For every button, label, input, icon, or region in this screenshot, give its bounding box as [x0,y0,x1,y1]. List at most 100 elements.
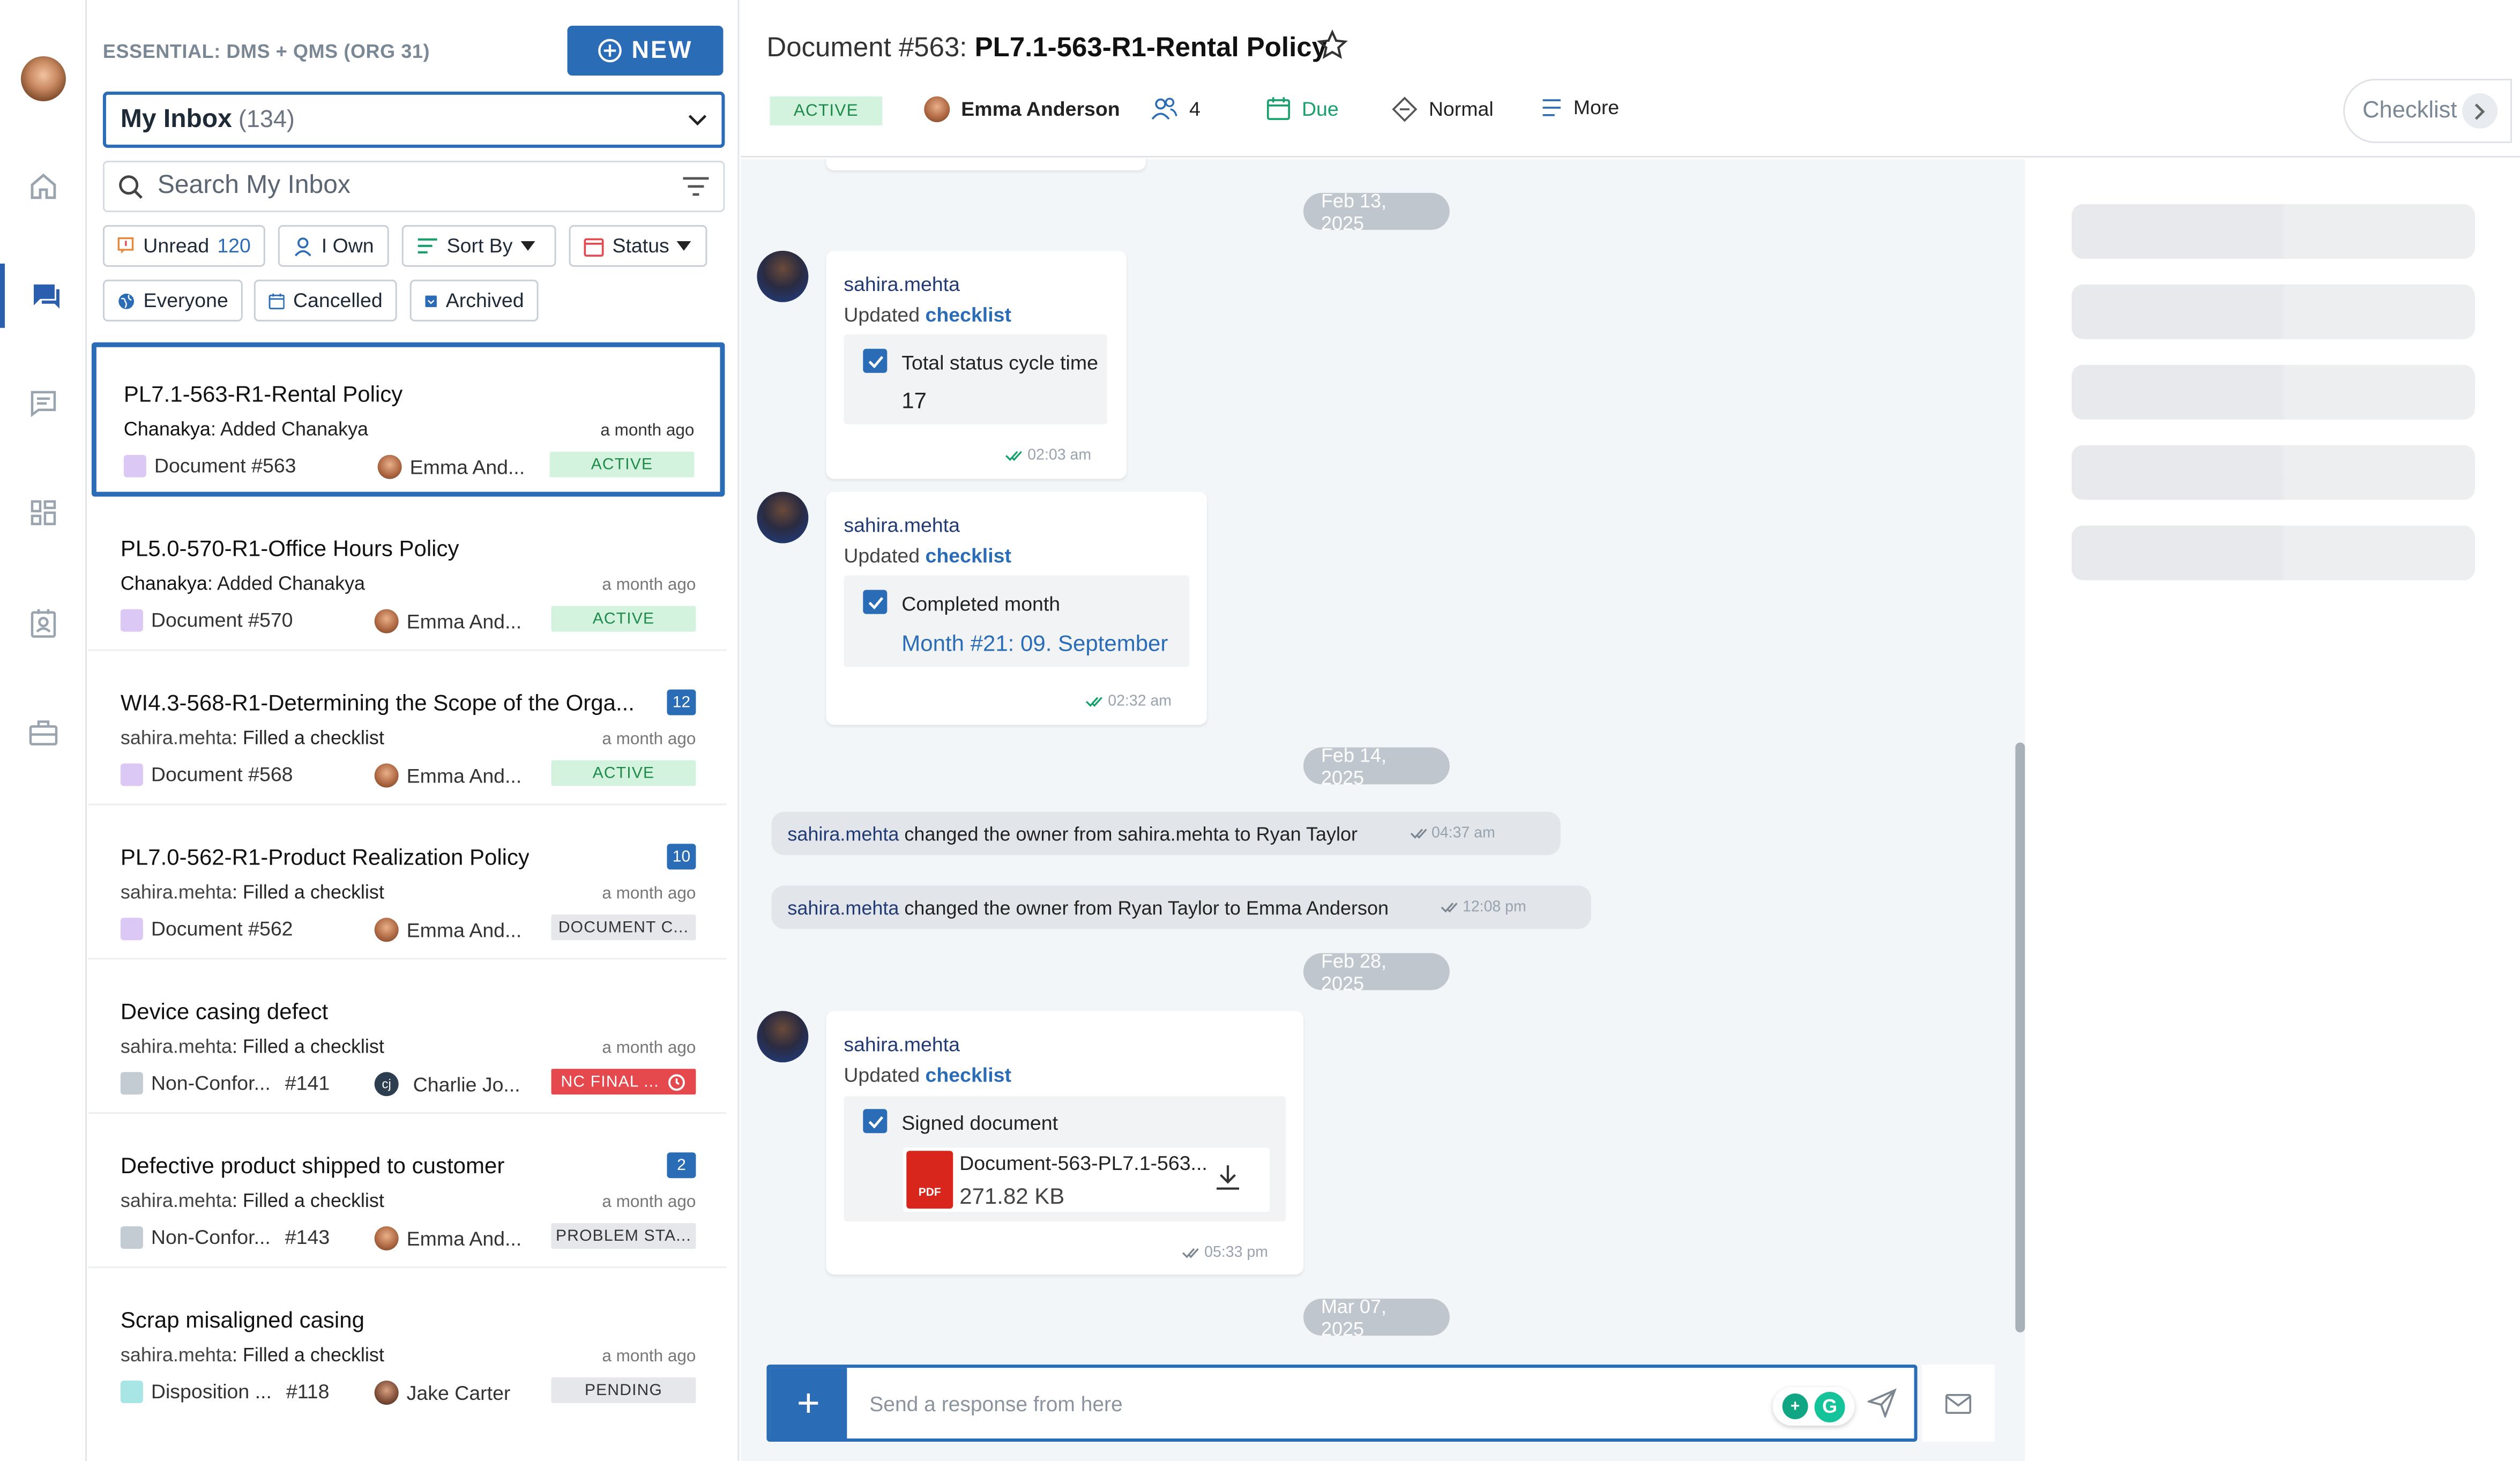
filter-everyone[interactable]: Everyone [102,279,243,322]
system-text: to [1224,896,1241,919]
user-avatar[interactable] [757,1011,809,1063]
dashboard-icon[interactable] [0,481,87,545]
status-filter-button[interactable]: Status [569,225,707,267]
unread-flag-icon [117,237,134,254]
chat-icon[interactable] [0,263,87,328]
card-actor: Chanakya [123,418,211,441]
user-avatar[interactable] [757,491,809,543]
message-composer[interactable]: Send a response from here + G [766,1365,1918,1442]
status-filter-label: Status [612,234,669,257]
filter-unread-count: 120 [217,234,251,257]
message-author[interactable]: sahira.mehta [844,273,960,296]
status-badge[interactable]: ACTIVE [770,96,883,125]
filter-unread[interactable]: Unread 120 [102,225,265,267]
priority-diamond-icon [1392,96,1418,122]
card-action: : Filled a checklist [232,881,384,904]
system-actor[interactable]: sahira.mehta [787,896,899,919]
send-icon[interactable] [1867,1389,1897,1418]
card-owner: Emma And... [377,454,525,479]
title-prefix: Document #563: [766,32,967,63]
grammarly-widget[interactable]: + G [1772,1387,1855,1426]
conversation-card[interactable]: WI4.3-568-R1-Determining the Scope of th… [88,651,727,806]
briefcase-icon[interactable] [0,701,87,765]
date-separator: Feb 28, 2025 [1303,949,1450,994]
add-attachment-button[interactable] [770,1368,847,1439]
new-button-label: NEW [631,36,693,64]
checklist-link[interactable]: checklist [926,304,1011,326]
system-to: Ryan Taylor [1256,822,1358,845]
pdf-file-icon: PDF [906,1151,953,1209]
star-icon[interactable] [1316,29,1348,61]
card-subtitle: sahira.mehta: Filled a checklist [121,1344,384,1366]
checklist-toggle[interactable]: Checklist [2343,78,2512,143]
card-doc-number: #118 [286,1381,330,1404]
sort-by-button[interactable]: Sort By [401,225,556,267]
menu-lines-icon [1542,99,1561,116]
messages-icon[interactable] [0,371,87,436]
conversation-card[interactable]: Device casing defect sahira.mehta: Fille… [88,959,727,1114]
card-owner-name: Emma And... [406,610,522,633]
chat-timeline[interactable]: Feb 13, 2025 sahira.mehta Updated checkl… [741,159,2025,1461]
time-text: 05:33 pm [1204,1244,1268,1262]
person-icon [294,236,311,256]
owner-avatar [374,609,399,633]
search-input[interactable]: Search My Inbox [102,160,725,212]
filter-archived[interactable]: Archived [409,279,539,322]
home-icon[interactable] [0,154,87,219]
system-text: to [1234,822,1251,845]
conversation-card[interactable]: PL7.1-563-R1-Rental Policy Chanakya: Add… [91,342,725,497]
field-label: Completed month [901,593,1061,616]
contacts-icon[interactable] [0,592,87,656]
download-icon[interactable] [1215,1164,1241,1191]
chevron-down-icon [688,114,707,125]
file-attachment[interactable]: PDF Document-563-PL7.1-563... 271.82 KB [903,1147,1270,1212]
filter-i-own[interactable]: I Own [278,225,389,267]
conversation-card[interactable]: PL5.0-570-R1-Office Hours Policy Chanaky… [88,497,727,651]
card-action: : Filled a checklist [232,1189,384,1212]
grammarly-suggest-icon: + [1782,1393,1808,1420]
message-author[interactable]: sahira.mehta [844,1033,960,1056]
due-button[interactable]: Due [1266,96,1339,121]
conversation-card[interactable]: Scrap misaligned casing sahira.mehta: Fi… [88,1268,726,1422]
checklist-link[interactable]: checklist [926,545,1011,568]
more-label: More [1573,96,1620,119]
email-button[interactable] [1922,1365,1995,1442]
filter-icon[interactable] [681,175,710,198]
more-button[interactable]: More [1541,96,1619,119]
field-value-link[interactable]: Month #21: 09. September [901,630,1168,656]
system-actor[interactable]: sahira.mehta [787,822,899,845]
card-action: : Added Chanakya [210,418,369,441]
user-avatar[interactable] [757,250,809,302]
owner-field[interactable]: Emma Anderson [924,96,1120,122]
title-name: PL7.1-563-R1-Rental Policy [974,32,1328,63]
card-doc-label: Document #570 [151,609,293,632]
double-check-icon [1006,451,1023,461]
card-action: : Filled a checklist [232,1344,384,1367]
user-avatar[interactable] [20,56,66,101]
plus-icon [799,1393,818,1413]
status-badge: ACTIVE [551,606,696,632]
card-time: a month ago [602,575,696,595]
inbox-select[interactable]: My Inbox (134) [102,91,725,148]
owner-avatar [374,918,399,942]
checklist-link[interactable]: checklist [926,1064,1011,1086]
card-subtitle: sahira.mehta: Filled a checklist [121,881,384,903]
card-owner-name: Charlie Jo... [413,1072,520,1095]
loading-skeleton [2071,284,2476,339]
card-action: : Filled a checklist [232,1035,384,1058]
message-author[interactable]: sahira.mehta [844,515,960,537]
participants-button[interactable]: 4 [1151,96,1201,121]
new-button[interactable]: NEW [567,25,724,76]
conversation-card[interactable]: Defective product shipped to customer 2 … [88,1114,727,1269]
field-value: 17 [901,387,927,413]
status-badge: ACTIVE [549,451,695,478]
priority-button[interactable]: Normal [1392,96,1494,122]
card-doc: Non-Confor... #141 [120,1072,330,1095]
conversation-header: Document #563: PL7.1-563-R1-Rental Polic… [741,0,2520,158]
conversation-card[interactable]: PL7.0-562-R1-Product Realization Policy … [88,805,727,960]
doc-type-swatch [120,918,143,941]
chat-scrollbar[interactable] [2015,742,2025,1333]
loading-skeleton [2071,445,2476,500]
globe-icon [118,293,135,309]
filter-cancelled[interactable]: Cancelled [254,279,397,322]
